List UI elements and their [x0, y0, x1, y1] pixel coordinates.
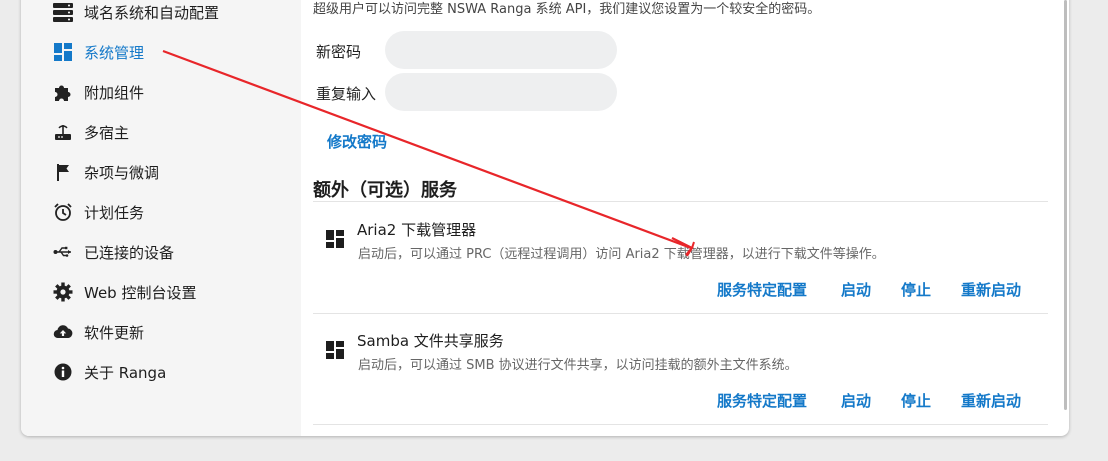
sidebar-item-label: 杂项与微调	[84, 163, 160, 182]
service-description: 启动后，可以通过 SMB 协议进行文件共享，以访问挂载的额外主文件系统。	[358, 358, 798, 373]
sidebar-item-label: 域名系统和自动配置	[84, 3, 220, 22]
info-icon	[53, 362, 73, 382]
sidebar-item-scheduled-tasks[interactable]: 计划任务	[53, 198, 144, 226]
dashboard-grid-icon	[326, 341, 344, 359]
new-password-input[interactable]	[385, 31, 617, 69]
sidebar-item-about[interactable]: 关于 Ranga	[53, 358, 166, 386]
password-intro-text: 超级用户可以访问完整 NSWA Ranga 系统 API，我们建议您设置为一个较…	[313, 2, 821, 17]
divider	[313, 313, 1048, 314]
sidebar-item-label: 附加组件	[84, 83, 145, 102]
repeat-password-input[interactable]	[385, 73, 617, 111]
sidebar-item-label: 多宿主	[84, 123, 130, 142]
sidebar-item-label: 关于 Ranga	[84, 363, 167, 382]
service-description: 启动后，可以通过 PRC（远程过程调用）访问 Aria2 下载管理器，以进行下载…	[358, 247, 885, 262]
service-name: Aria2 下载管理器	[357, 221, 477, 239]
sidebar-item-multihome[interactable]: 多宿主	[53, 118, 129, 146]
service-config-button[interactable]: 服务特定配置	[717, 390, 807, 411]
sidebar-item-label: 软件更新	[84, 323, 145, 342]
service-start-button[interactable]: 启动	[841, 390, 871, 411]
flag-icon	[53, 162, 73, 182]
services-section-title: 额外（可选）服务	[313, 180, 457, 201]
service-name: Samba 文件共享服务	[357, 332, 504, 350]
service-stop-button[interactable]: 停止	[901, 390, 931, 411]
service-config-button[interactable]: 服务特定配置	[717, 279, 807, 300]
alarm-clock-icon	[53, 202, 73, 222]
main-panel: 超级用户可以访问完整 NSWA Ranga 系统 API，我们建议您设置为一个较…	[301, 0, 1069, 436]
sidebar-item-addons[interactable]: 附加组件	[53, 78, 144, 106]
sidebar-item-web-console[interactable]: Web 控制台设置	[53, 278, 196, 306]
dashboard-grid-icon	[53, 42, 73, 62]
sidebar-item-system[interactable]: 系统管理	[53, 38, 144, 66]
sidebar-item-connected-devices[interactable]: 已连接的设备	[53, 238, 174, 266]
puzzle-icon	[53, 82, 73, 102]
gear-icon	[53, 282, 73, 302]
sidebar-item-software-update[interactable]: 软件更新	[53, 318, 144, 346]
divider	[313, 424, 1048, 425]
sidebar-item-dns[interactable]: 域名系统和自动配置	[53, 0, 219, 26]
sidebar-item-label: Web 控制台设置	[84, 283, 197, 302]
router-icon	[53, 122, 73, 142]
sidebar-item-label: 已连接的设备	[84, 243, 175, 262]
sidebar-item-label: 计划任务	[84, 203, 145, 222]
cloud-upload-icon	[53, 322, 73, 342]
service-restart-button[interactable]: 重新启动	[961, 279, 1021, 300]
change-password-link[interactable]: 修改密码	[327, 131, 387, 152]
service-stop-button[interactable]: 停止	[901, 279, 931, 300]
dashboard-grid-icon	[326, 230, 344, 248]
sidebar-item-misc[interactable]: 杂项与微调	[53, 158, 159, 186]
repeat-password-label: 重复输入	[316, 85, 377, 103]
settings-card: 域名系统和自动配置 系统管理 附加组件 多宿主 杂项与微调 计划任务 已连接的设…	[21, 0, 1069, 436]
new-password-label: 新密码	[316, 43, 362, 61]
service-start-button[interactable]: 启动	[841, 279, 871, 300]
sidebar-item-label: 系统管理	[84, 43, 145, 62]
scrollbar[interactable]	[1064, 0, 1067, 410]
divider	[313, 201, 1048, 202]
service-restart-button[interactable]: 重新启动	[961, 390, 1021, 411]
sidebar: 域名系统和自动配置 系统管理 附加组件 多宿主 杂项与微调 计划任务 已连接的设…	[21, 0, 301, 436]
server-icon	[53, 2, 73, 22]
usb-icon	[53, 242, 73, 262]
